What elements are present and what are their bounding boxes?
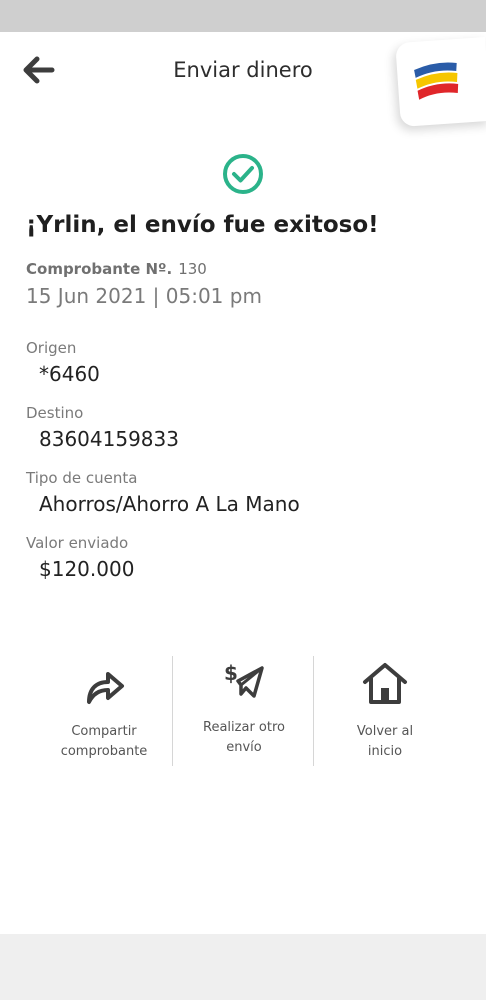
bottom-navigation-bar: [0, 934, 486, 1000]
origin-value: *6460: [39, 362, 100, 386]
voucher-label: Comprobante Nº.: [26, 260, 173, 278]
destination-label: Destino: [26, 404, 84, 422]
success-check-icon: [223, 154, 263, 194]
voucher-number: Comprobante Nº. 130: [26, 260, 207, 278]
share-receipt-label: Compartir comprobante: [60, 724, 148, 759]
divider: [172, 656, 173, 766]
new-transfer-button[interactable]: $ Realizar otro envío: [176, 656, 312, 766]
action-bar: Compartir comprobante $ Realizar otro en…: [36, 656, 460, 766]
voucher-value: 130: [178, 260, 207, 278]
svg-text:$: $: [224, 661, 238, 685]
share-receipt-button[interactable]: Compartir comprobante: [36, 656, 172, 766]
send-money-icon: $: [224, 661, 264, 698]
amount-sent-value: $120.000: [39, 557, 135, 581]
transaction-datetime: 15 Jun 2021 | 05:01 pm: [26, 284, 262, 308]
status-bar: [0, 0, 486, 32]
bank-logo: [395, 36, 486, 128]
home-icon: [363, 663, 407, 704]
account-type-label: Tipo de cuenta: [26, 469, 138, 487]
go-home-label: Volver al inicio: [356, 724, 414, 759]
go-home-button[interactable]: Volver al inicio: [317, 656, 453, 766]
divider: [313, 656, 314, 766]
account-type-value: Ahorros/Ahorro A La Mano: [39, 492, 300, 516]
destination-value: 83604159833: [39, 427, 179, 451]
origin-label: Origen: [26, 339, 77, 357]
share-icon: [87, 672, 124, 704]
amount-sent-label: Valor enviado: [26, 534, 129, 552]
new-transfer-label: Realizar otro envío: [203, 720, 285, 755]
bank-logo-icon: [414, 62, 459, 100]
success-headline: ¡Yrlin, el envío fue exitoso!: [26, 212, 379, 238]
